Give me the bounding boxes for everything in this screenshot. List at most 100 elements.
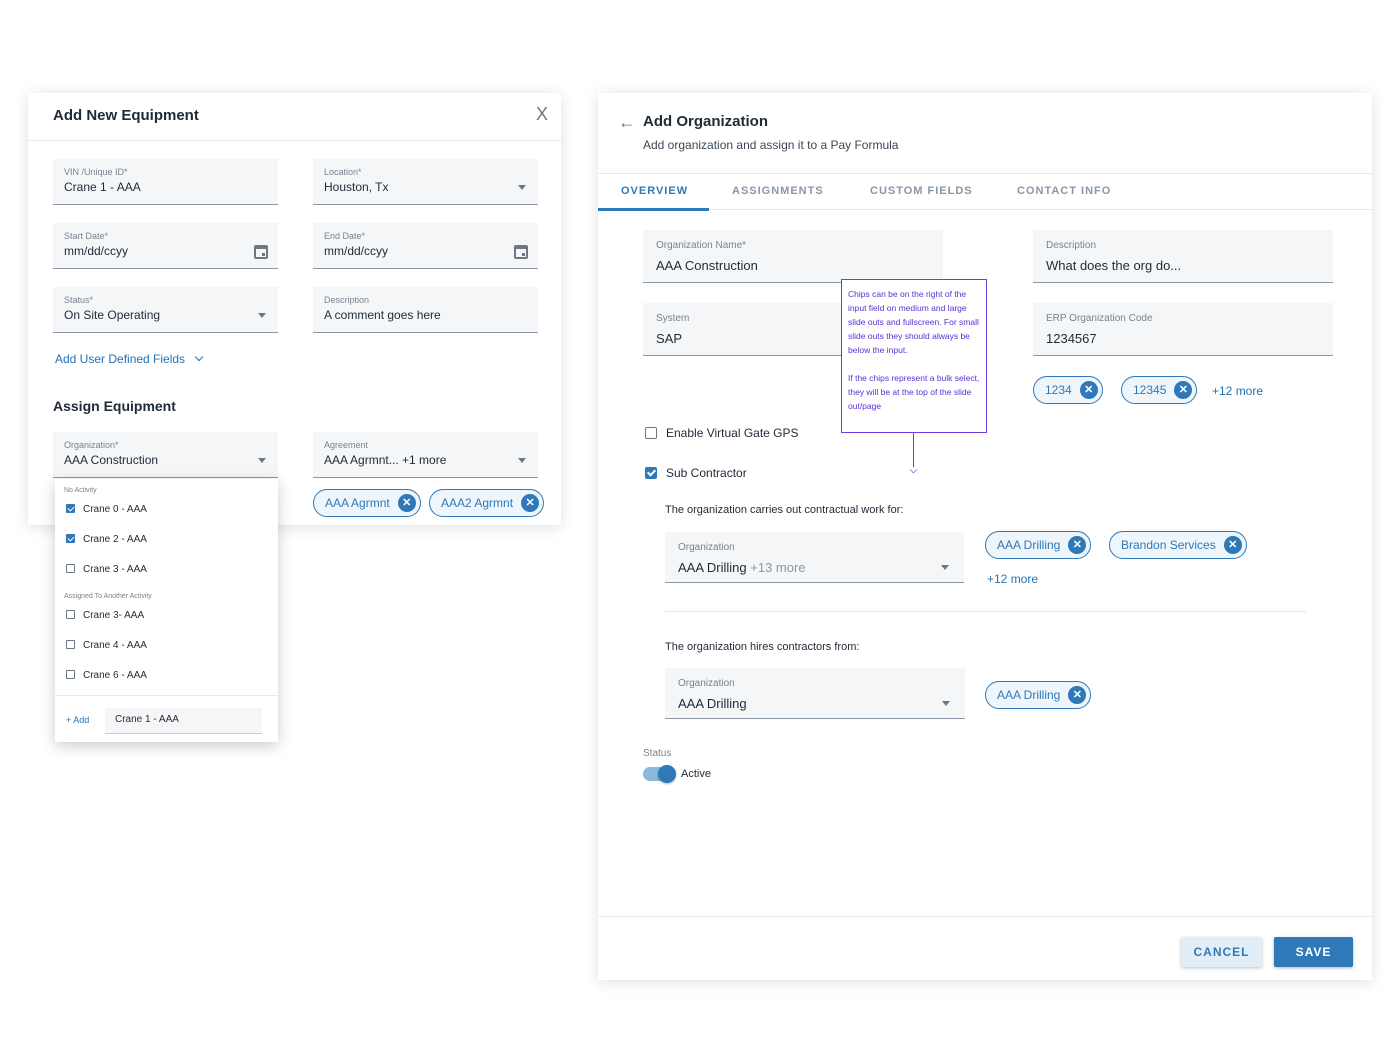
chip-label: AAA Drilling [997,688,1061,702]
checkbox-checked-icon[interactable] [645,466,657,479]
chip-label: AAA Drilling [997,538,1061,552]
contract-for-selected: AAA Drilling [678,560,747,575]
option-label: Crane 3 - AAA [83,564,147,575]
hires-from-chip[interactable]: AAA Drilling ✕ [985,681,1092,709]
save-button[interactable]: SAVE [1274,937,1353,967]
dropdown-option[interactable]: Crane 0 - AAA [66,502,147,518]
chip-label: AAA2 Agrmnt [441,496,514,510]
assign-equipment-title: Assign Equipment [53,398,176,414]
back-arrow-icon[interactable]: ← [618,112,636,133]
hires-from-label: Organization [678,678,735,689]
checkbox-checked-icon[interactable] [66,503,75,513]
dropdown-option[interactable]: Crane 2 - AAA [66,532,147,548]
hires-from-value: AAA Drilling [678,696,747,711]
checkbox-checked-icon[interactable] [66,533,75,543]
agreement-select[interactable]: Agreement AAA Agrmnt... +1 more [313,432,538,478]
location-value: Houston, Tx [324,180,389,194]
remove-chip-icon[interactable]: ✕ [1079,381,1098,399]
remove-chip-icon[interactable]: ✕ [1223,536,1242,554]
tab-overview[interactable]: OVERVIEW [621,185,688,197]
contract-for-select[interactable]: Organization AAA Drilling +13 more [665,532,964,583]
tab-custom-fields[interactable]: CUSTOM FIELDS [870,185,973,197]
checkbox-icon[interactable] [66,609,75,619]
erp-more-link[interactable]: +12 more [1212,384,1263,398]
vin-label: VIN /Unique ID* [64,167,128,177]
add-user-fields-link[interactable]: Add User Defined Fields [55,352,204,366]
remove-chip-icon[interactable]: ✕ [1068,686,1087,704]
checkbox-icon[interactable] [66,669,75,679]
dropdown-option[interactable]: Crane 4 - AAA [66,638,147,654]
sub-contractor-checkbox[interactable]: Sub Contractor [645,466,747,480]
status-value: Active [681,768,711,780]
design-annotation-note: Chips can be on the right of the input f… [841,279,987,433]
tab-contact-info[interactable]: CONTACT INFO [1017,185,1111,197]
calendar-icon[interactable] [514,245,528,259]
organization-dropdown: No Activity Crane 0 - AAA Crane 2 - AAA … [55,479,278,742]
contract-for-chip[interactable]: AAA Drilling ✕ [985,531,1092,559]
organization-select[interactable]: Organization* AAA Construction [53,432,278,478]
agreement-label: Agreement [324,440,369,450]
section-divider [665,611,1306,612]
org-name-field[interactable]: Organization Name* AAA Construction [643,230,943,283]
organization-label: Organization* [64,440,119,450]
remove-chip-icon[interactable]: ✕ [521,494,540,512]
add-option-link[interactable]: + Add [66,715,89,725]
remove-chip-icon[interactable]: ✕ [397,494,416,512]
contract-for-more-link[interactable]: +12 more [987,572,1038,586]
cancel-button[interactable]: CANCEL [1181,937,1262,967]
caret-down-icon [942,701,950,706]
contract-for-chip[interactable]: Brandon Services ✕ [1109,531,1247,559]
caret-down-icon [941,565,949,570]
hires-from-select[interactable]: Organization AAA Drilling [665,668,965,719]
location-select[interactable]: Location* Houston, Tx [313,159,538,205]
erp-code-chip[interactable]: 12345 ✕ [1121,376,1198,404]
contract-for-more-count: +13 more [750,560,806,575]
vin-field[interactable]: VIN /Unique ID* Crane 1 - AAA [53,159,278,205]
description-field[interactable]: Description A comment goes here [313,287,538,333]
org-description-field[interactable]: Description What does the org do... [1033,230,1333,283]
option-label: Crane 6 - AAA [83,670,147,681]
system-value: SAP [656,331,683,346]
enable-gps-checkbox[interactable]: Enable Virtual Gate GPS [645,426,799,440]
option-label: Crane 4 - AAA [83,640,147,651]
panel-subtitle: Add organization and assign it to a Pay … [643,138,899,152]
add-user-fields-label: Add User Defined Fields [55,352,186,366]
caret-down-icon [258,458,266,463]
remove-chip-icon[interactable]: ✕ [1068,536,1087,554]
caret-down-icon [518,458,526,463]
end-date-field[interactable]: End Date* mm/dd/ccyy [313,223,538,269]
remove-chip-icon[interactable]: ✕ [1174,381,1193,399]
contract-for-value: AAA Drilling +13 more [678,560,806,575]
dropdown-option[interactable]: Crane 3- AAA [66,608,144,624]
description-value: A comment goes here [324,308,441,322]
calendar-icon[interactable] [254,245,268,259]
status-select[interactable]: Status* On Site Operating [53,287,278,333]
close-icon[interactable]: X [531,103,553,125]
chip-label: 12345 [1133,383,1167,397]
agreement-chip[interactable]: AAA2 Agrmnt ✕ [429,489,545,517]
dropdown-option[interactable]: Crane 6 - AAA [66,668,147,684]
panel-header: Add New Equipment X [28,93,561,141]
end-date-label: End Date* [324,231,366,241]
erp-code-chip[interactable]: 1234 ✕ [1033,376,1103,404]
start-date-label: Start Date* [64,231,109,241]
agreement-chip[interactable]: AAA Agrmnt ✕ [313,489,421,517]
status-toggle[interactable] [643,765,676,783]
tab-assignments[interactable]: ASSIGNMENTS [732,185,824,197]
start-date-field[interactable]: Start Date* mm/dd/ccyy [53,223,278,269]
checkbox-icon[interactable] [66,639,75,649]
contract-for-label: Organization [678,542,735,553]
panel-title: Add Organization [643,113,768,130]
dropdown-option[interactable]: Crane 3 - AAA [66,562,147,578]
annotation-text: Chips can be on the right of the input f… [848,289,979,355]
checkbox-icon[interactable] [66,563,75,573]
checkbox-icon[interactable] [645,426,657,439]
add-option-input[interactable]: Crane 1 - AAA [105,708,262,734]
org-name-label: Organization Name* [656,240,747,251]
status-label: Status* [64,295,94,305]
erp-code-field[interactable]: ERP Organization Code 1234567 [1033,303,1333,356]
status-value: On Site Operating [64,308,161,322]
contract-for-text: The organization carries out contractual… [665,504,904,516]
hires-from-text: The organization hires contractors from: [665,641,860,653]
active-tab-indicator [598,208,709,211]
